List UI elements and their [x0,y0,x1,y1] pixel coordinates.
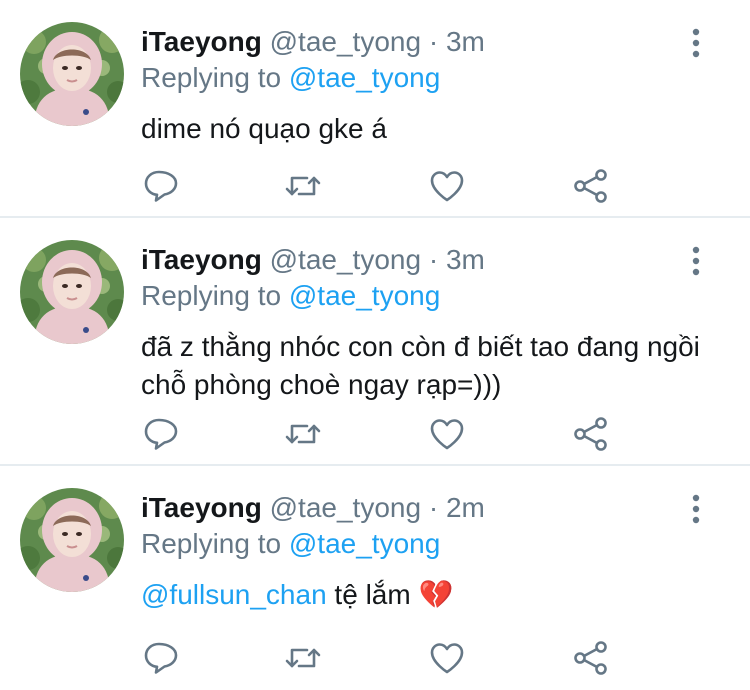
tweet-header: iTaeyong @tae_tyong · 3m [141,25,485,59]
tweet-text-content: dime nó quạo gke á [141,113,387,144]
heart-icon[interactable] [427,638,467,678]
broken-heart-icon: 💔 [418,579,454,610]
replying-to: Replying to @tae_tyong [141,527,440,561]
replying-to: Replying to @tae_tyong [141,61,440,95]
avatar[interactable] [20,488,124,592]
replying-to: Replying to @tae_tyong [141,279,440,313]
reply-icon[interactable] [141,638,181,678]
replying-label: Replying to [141,62,282,93]
reply-icon[interactable] [141,166,181,206]
reply-icon[interactable] [141,414,181,454]
share-icon[interactable] [571,166,611,206]
retweet-icon[interactable] [283,414,323,454]
tweet-text-content: đã z thằng nhóc con còn đ biết tao đang … [141,331,700,400]
timestamp[interactable]: 3m [446,26,485,57]
more-vertical-icon[interactable] [686,246,706,278]
author-name[interactable]: iTaeyong [141,244,262,275]
retweet-icon[interactable] [283,166,323,206]
author-handle[interactable]: @tae_tyong [270,26,421,57]
replying-handle-link[interactable]: @tae_tyong [289,280,440,311]
tweet-text: đã z thằng nhóc con còn đ biết tao đang … [141,328,721,404]
heart-icon[interactable] [427,166,467,206]
separator: · [428,26,439,57]
separator: · [428,492,439,523]
avatar[interactable] [20,22,124,126]
separator: · [428,244,439,275]
share-icon[interactable] [571,414,611,454]
tweet-header: iTaeyong @tae_tyong · 3m [141,243,485,277]
timestamp[interactable]: 2m [446,492,485,523]
replying-handle-link[interactable]: @tae_tyong [289,528,440,559]
more-vertical-icon[interactable] [686,494,706,526]
author-handle[interactable]: @tae_tyong [270,244,421,275]
timestamp[interactable]: 3m [446,244,485,275]
tweet[interactable]: iTaeyong @tae_tyong · 2m Replying to @ta… [0,466,750,690]
author-name[interactable]: iTaeyong [141,26,262,57]
action-bar [141,166,750,206]
tweet[interactable]: iTaeyong @tae_tyong · 3m Replying to @ta… [0,0,750,218]
more-vertical-icon[interactable] [686,28,706,60]
mention-link[interactable]: @fullsun_chan [141,579,327,610]
avatar[interactable] [20,240,124,344]
author-name[interactable]: iTaeyong [141,492,262,523]
tweet-header: iTaeyong @tae_tyong · 2m [141,491,485,525]
action-bar [141,414,750,454]
author-handle[interactable]: @tae_tyong [270,492,421,523]
retweet-icon[interactable] [283,638,323,678]
share-icon[interactable] [571,638,611,678]
replying-label: Replying to [141,528,282,559]
replying-handle-link[interactable]: @tae_tyong [289,62,440,93]
tweet[interactable]: iTaeyong @tae_tyong · 3m Replying to @ta… [0,218,750,466]
replying-label: Replying to [141,280,282,311]
tweet-text: dime nó quạo gke á [141,110,721,148]
tweet-text: @fullsun_chan tệ lắm 💔 [141,576,721,614]
tweet-text-content: tệ lắm [326,579,411,610]
heart-icon[interactable] [427,414,467,454]
action-bar [141,638,750,678]
